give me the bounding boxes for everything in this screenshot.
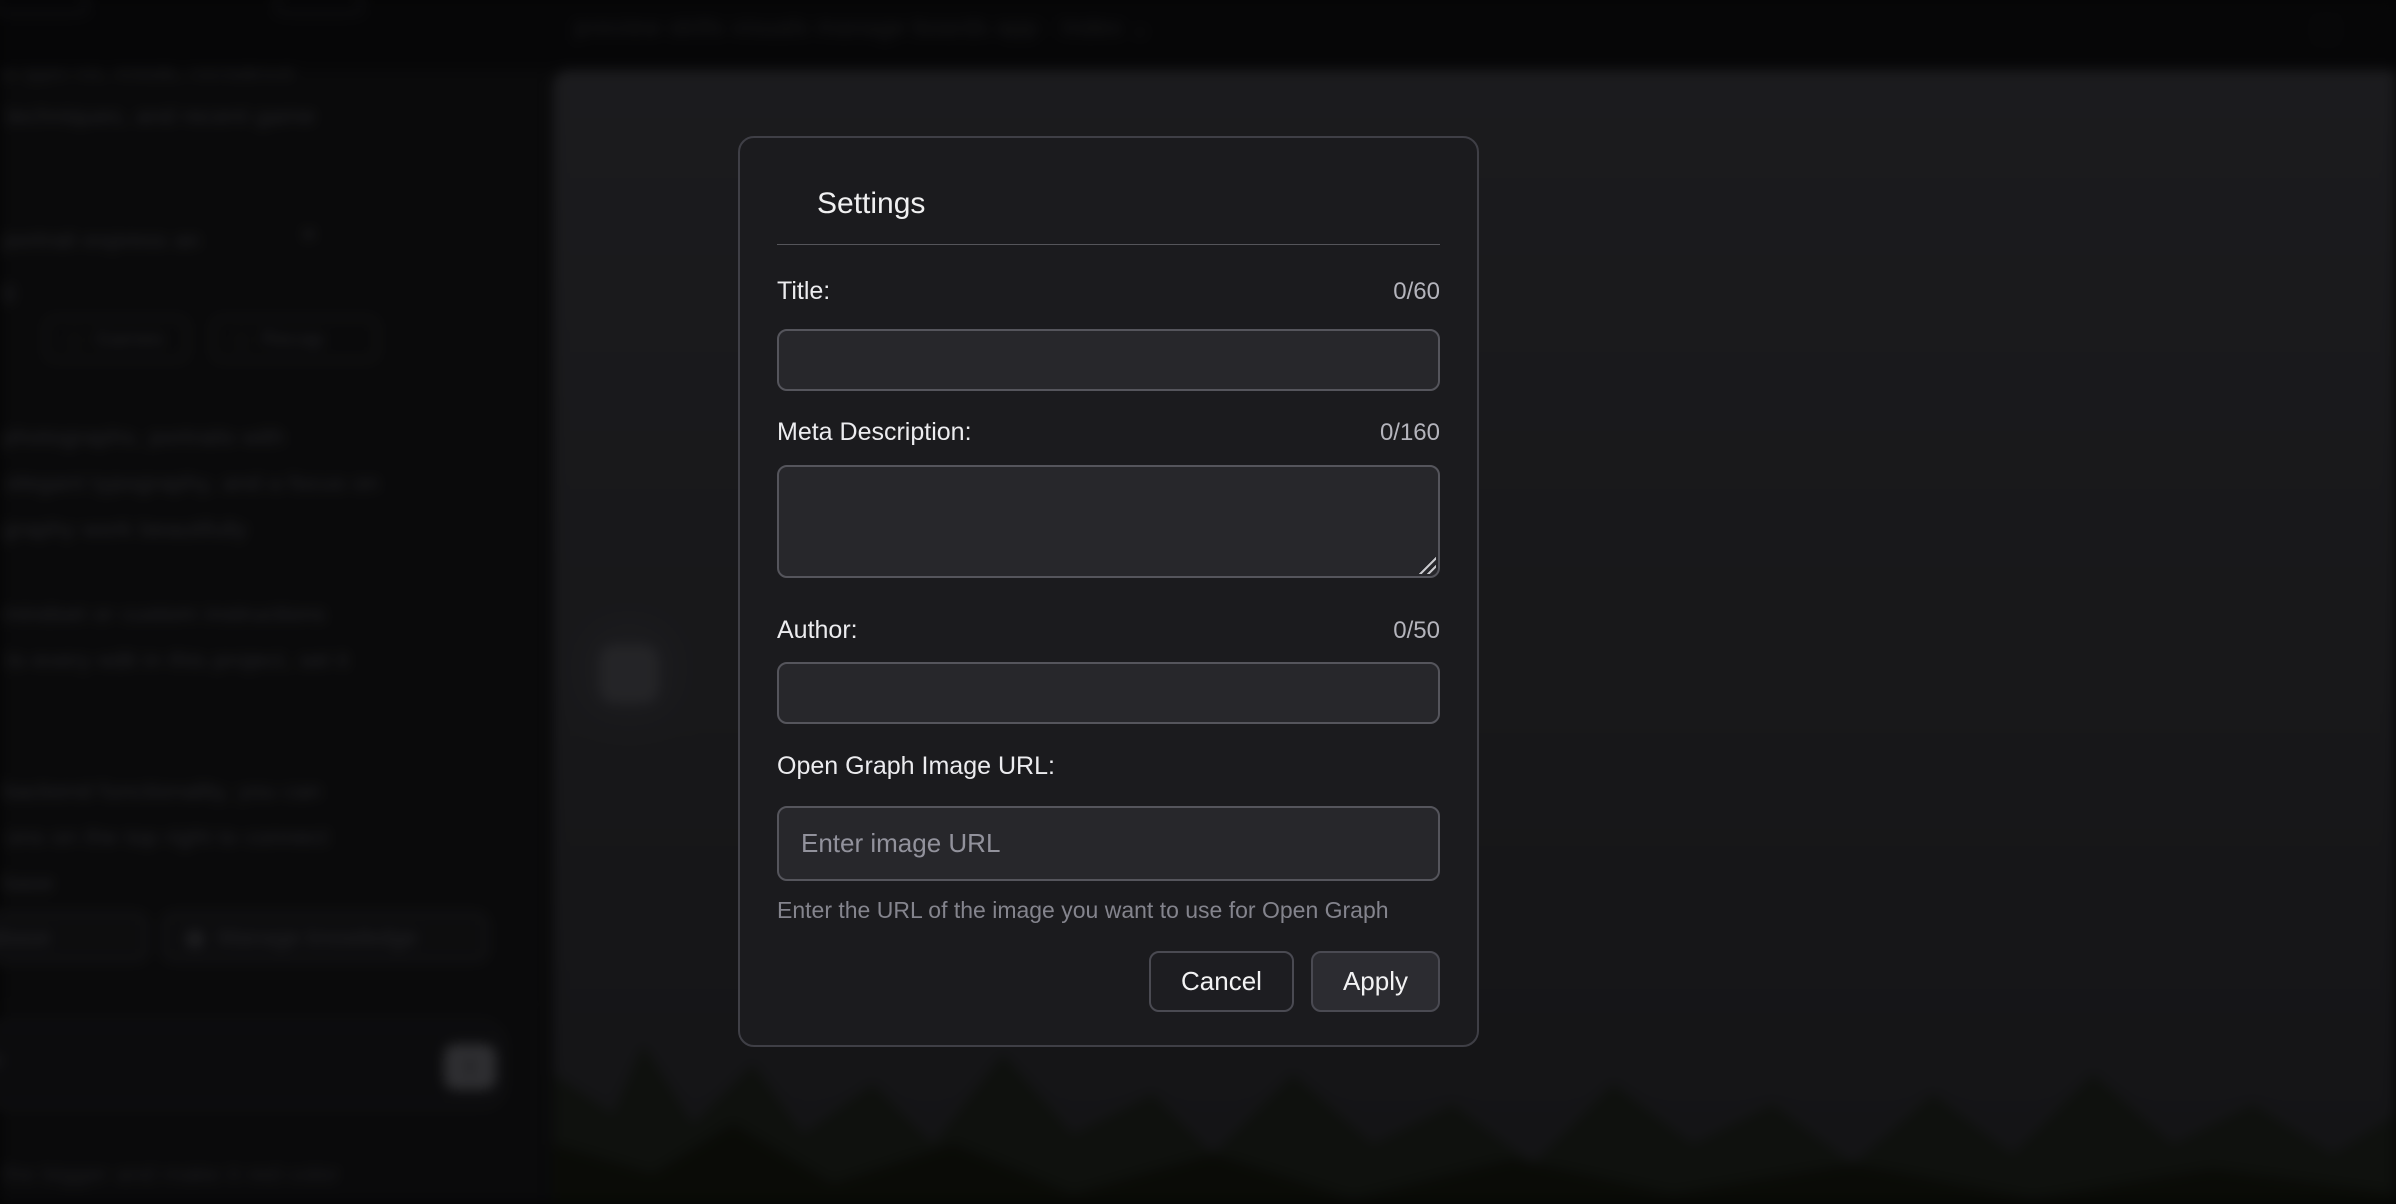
- dialog-divider: [777, 244, 1440, 245]
- meta-description-textarea[interactable]: [777, 465, 1440, 578]
- title-char-counter: 0/60: [1393, 278, 1440, 306]
- author-field-label: Author:: [777, 615, 858, 645]
- apply-button[interactable]: Apply: [1311, 951, 1440, 1012]
- og-image-url-helper-text: Enter the URL of the image you want to u…: [777, 897, 1440, 924]
- meta-description-label: Meta Description:: [777, 417, 972, 447]
- title-field-label: Title:: [777, 276, 830, 306]
- og-image-url-input[interactable]: [777, 806, 1440, 881]
- author-input[interactable]: [777, 662, 1440, 724]
- dialog-title: Settings: [777, 186, 1440, 222]
- screen: d typo no, visual, nondance techniques, …: [0, 0, 2396, 1204]
- settings-dialog: Settings Title: 0/60 Meta Description: 0…: [738, 136, 1479, 1047]
- og-image-url-label: Open Graph Image URL:: [777, 751, 1055, 781]
- author-char-counter: 0/50: [1393, 617, 1440, 645]
- title-input[interactable]: [777, 329, 1440, 391]
- meta-description-char-counter: 0/160: [1380, 419, 1440, 447]
- cancel-button[interactable]: Cancel: [1149, 951, 1294, 1012]
